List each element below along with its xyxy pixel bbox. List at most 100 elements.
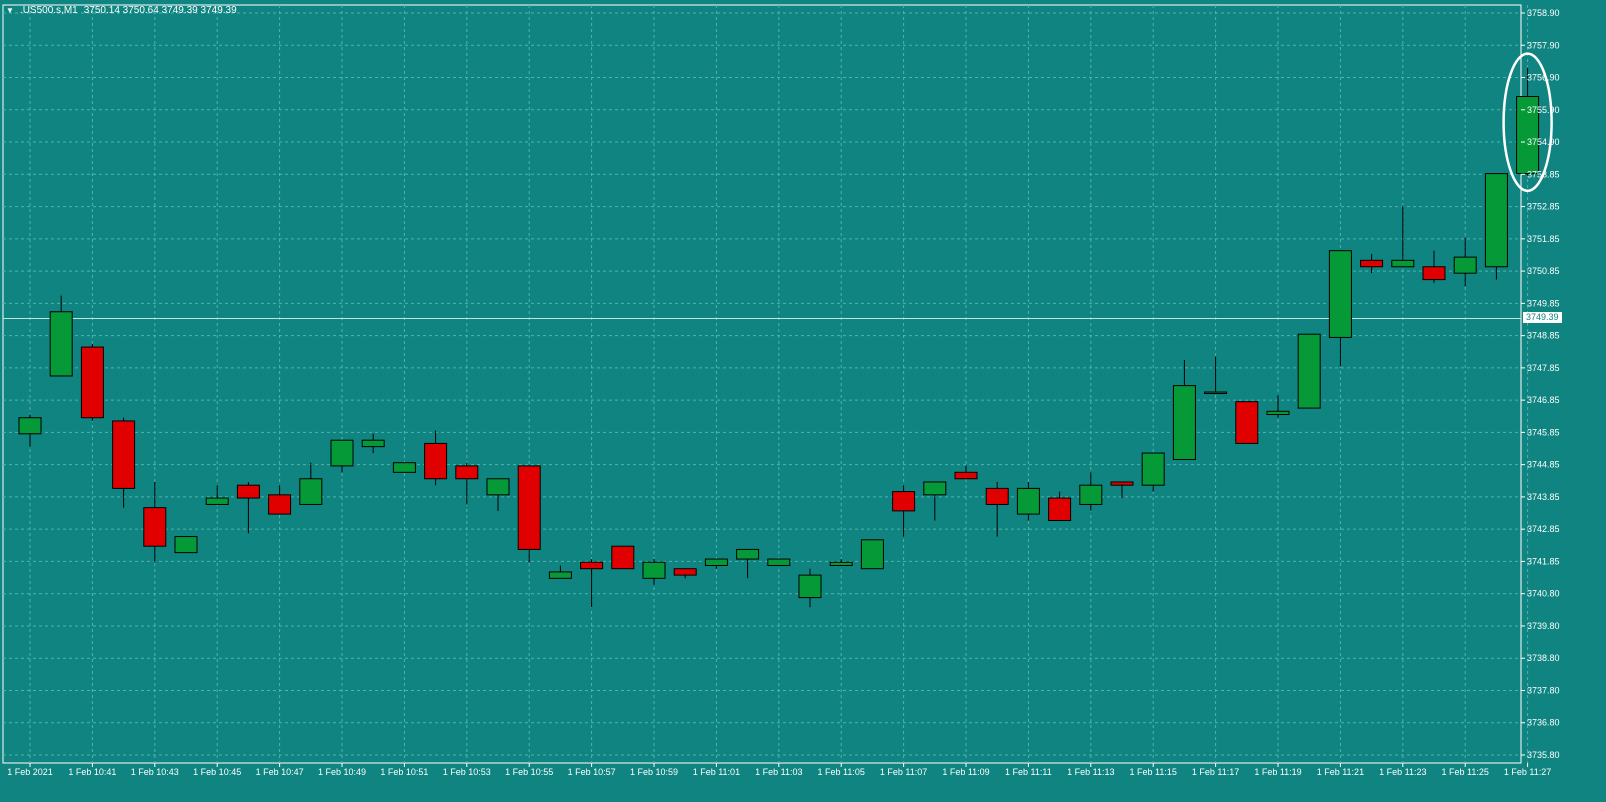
x-tick-label: 1 Feb 11:15 xyxy=(1130,767,1177,777)
y-tick-label: 3746.85 xyxy=(1527,395,1560,405)
triangle-down-icon[interactable]: ▼ xyxy=(6,6,14,15)
x-tick-label: 1 Feb 11:19 xyxy=(1254,767,1301,777)
bear-candle xyxy=(1048,497,1072,522)
x-tick-label: 1 Feb 10:43 xyxy=(131,767,179,777)
x-tick-label: 1 Feb 10:53 xyxy=(443,767,491,777)
x-tick-label: 1 Feb 2021 xyxy=(7,767,53,777)
bull-candle xyxy=(829,561,853,566)
bear-candle xyxy=(143,507,167,547)
bull-candle xyxy=(1453,256,1477,274)
plot-border xyxy=(2,4,1522,764)
bear-candle xyxy=(1422,266,1446,281)
x-tick-label: 1 Feb 11:13 xyxy=(1067,767,1114,777)
bear-candle xyxy=(236,484,260,499)
x-tick-label: 1 Feb 10:41 xyxy=(68,767,116,777)
y-tick-label: 3752.85 xyxy=(1527,202,1560,212)
bull-candle xyxy=(798,574,822,599)
bull-candle xyxy=(174,536,198,554)
x-tick-label: 1 Feb 10:57 xyxy=(568,767,616,777)
bear-candle xyxy=(892,491,916,512)
bull-candle xyxy=(361,439,385,448)
bear-candle xyxy=(1360,259,1384,268)
y-tick-label: 3742.85 xyxy=(1527,524,1560,534)
bull-candle xyxy=(1204,391,1228,395)
bear-candle xyxy=(954,471,978,480)
y-tick-label: 3738.80 xyxy=(1527,653,1560,663)
bull-candle xyxy=(736,548,760,560)
y-tick-label: 3740.80 xyxy=(1527,589,1560,599)
x-tick-label: 1 Feb 11:25 xyxy=(1442,767,1489,777)
y-tick-label: 3750.85 xyxy=(1527,266,1560,276)
bull-candle xyxy=(548,571,572,579)
y-tick-label: 3743.85 xyxy=(1527,492,1560,502)
y-tick-label: 3749.85 xyxy=(1527,298,1560,308)
x-tick-label: 1 Feb 11:21 xyxy=(1317,767,1364,777)
y-tick-label: 3755.90 xyxy=(1527,105,1560,115)
x-tick-label: 1 Feb 10:49 xyxy=(318,767,366,777)
bull-candle xyxy=(330,439,354,467)
bull-candle xyxy=(205,497,229,505)
x-tick-label: 1 Feb 10:45 xyxy=(193,767,241,777)
bull-candle xyxy=(1391,259,1415,268)
symbol-label: .US500.s,M1 xyxy=(19,5,78,16)
y-tick-label: 3745.85 xyxy=(1527,427,1560,437)
bull-candle xyxy=(49,311,73,377)
bull-candle xyxy=(392,462,416,473)
y-tick-label: 3739.80 xyxy=(1527,621,1560,631)
bull-candle xyxy=(923,481,947,496)
bull-candle xyxy=(704,558,728,566)
x-tick-label: 1 Feb 11:09 xyxy=(942,767,989,777)
bear-candle xyxy=(268,494,292,515)
y-tick-label: 3758.90 xyxy=(1527,8,1560,18)
x-tick-label: 1 Feb 11:17 xyxy=(1192,767,1239,777)
y-tick-label: 3736.80 xyxy=(1527,718,1560,728)
x-tick-label: 1 Feb 10:55 xyxy=(505,767,553,777)
current-price-tag: 3749.39 xyxy=(1523,312,1562,324)
bull-candle xyxy=(1079,484,1103,505)
bear-candle xyxy=(455,465,479,480)
y-tick-label: 3737.80 xyxy=(1527,685,1560,695)
y-tick-label: 3748.85 xyxy=(1527,331,1560,341)
bull-candle xyxy=(1266,410,1290,416)
bear-candle xyxy=(1110,481,1134,486)
bear-candle xyxy=(1235,401,1259,444)
y-tick-label: 3735.80 xyxy=(1527,750,1560,760)
x-tick-label: 1 Feb 10:47 xyxy=(256,767,304,777)
bull-candle xyxy=(1141,452,1165,486)
bull-candle xyxy=(860,539,884,570)
y-tick-label: 3744.85 xyxy=(1527,460,1560,470)
chart-root: 3758.90 3757.90 3756.90 3755.90 3754.90 3753.… xyxy=(0,0,1606,802)
y-tick-label: 3757.90 xyxy=(1527,40,1560,50)
x-tick-label: 1 Feb 10:59 xyxy=(630,767,678,777)
bear-candle xyxy=(611,545,635,570)
symbol-bar[interactable]: ▼ .US500.s,M1 3750.14 3750.64 3749.39 37… xyxy=(6,5,237,16)
bull-candle xyxy=(486,478,510,496)
bull-candle xyxy=(18,417,42,435)
bull-candle xyxy=(299,478,323,505)
ohlc-label: 3750.14 3750.64 3749.39 3749.39 xyxy=(83,5,237,16)
bear-candle xyxy=(673,568,697,576)
bear-candle xyxy=(985,487,1009,505)
x-tick-label: 1 Feb 11:01 xyxy=(693,767,740,777)
x-tick-label: 1 Feb 10:51 xyxy=(380,767,428,777)
y-tick-label: 3751.85 xyxy=(1527,234,1560,244)
bull-candle xyxy=(767,558,791,566)
bear-candle xyxy=(112,420,136,489)
axis-layer: 3758.903757.903756.903755.903754.903753.… xyxy=(7,8,1559,777)
x-tick-label: 1 Feb 11:03 xyxy=(755,767,802,777)
bear-candle xyxy=(517,465,541,550)
bull-candle xyxy=(1297,333,1321,409)
bull-candle xyxy=(1016,487,1040,515)
x-tick-label: 1 Feb 11:05 xyxy=(818,767,865,777)
bull-candle xyxy=(1172,385,1196,460)
bull-candle xyxy=(1328,250,1352,338)
x-tick-label: 1 Feb 11:23 xyxy=(1379,767,1426,777)
x-tick-label: 1 Feb 11:11 xyxy=(1005,767,1052,777)
bear-candle xyxy=(424,442,448,480)
x-tick-label: 1 Feb 11:27 xyxy=(1504,767,1551,777)
bear-candle xyxy=(80,346,104,419)
y-tick-label: 3741.85 xyxy=(1527,556,1560,566)
x-tick-label: 1 Feb 11:07 xyxy=(880,767,927,777)
y-tick-label: 3747.85 xyxy=(1527,363,1560,373)
candlestick-chart[interactable]: 3758.903757.903756.903755.903754.903753.… xyxy=(0,0,1606,802)
